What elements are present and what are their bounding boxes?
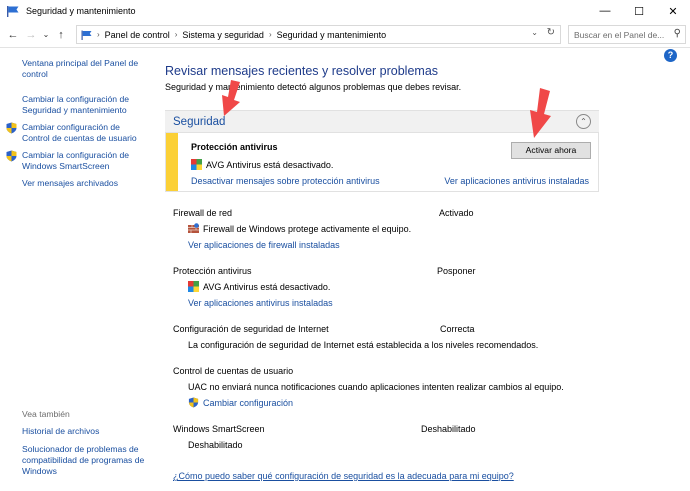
internet-security-status: Correcta <box>440 324 475 334</box>
red-arrow-annotation-icon <box>530 88 551 138</box>
sidebar-item-label: Cambiar la configuración de Windows Smar… <box>22 150 130 171</box>
firewall-brick-icon <box>188 223 199 233</box>
sidebar-item-smartscreen-settings[interactable]: Cambiar la configuración de Windows Smar… <box>6 150 150 172</box>
address-dropdown-icon[interactable]: ⌄ <box>531 28 538 37</box>
sidebar-item-uac-settings[interactable]: Cambiar configuración de Control de cuen… <box>6 122 150 144</box>
firewall-label: Firewall de red <box>173 208 233 218</box>
see-also-heading: Vea también <box>22 409 70 419</box>
red-arrow-annotation-icon <box>222 80 240 116</box>
antivirus-alert-panel: Protección antivirus AVG Antivirus está … <box>165 132 599 192</box>
warning-severity-bar <box>166 133 178 191</box>
security-flag-icon <box>7 6 19 17</box>
maximize-button[interactable]: ☐ <box>622 0 656 22</box>
internet-security-detail: La configuración de seguridad de Interne… <box>188 340 539 350</box>
avg-antivirus-icon <box>188 281 199 292</box>
disable-antivirus-messages-link[interactable]: Desactivar mensajes sobre protección ant… <box>191 176 380 186</box>
firewall-detail-text: Firewall de Windows protege activamente … <box>203 223 412 234</box>
alert-message: AVG Antivirus está desactivado. <box>191 159 333 170</box>
control-panel-flag-icon <box>81 30 92 40</box>
uac-label: Control de cuentas de usuario <box>173 366 294 376</box>
address-bar: ← → ⌄ ↑ › Panel de control › Sistema y s… <box>0 22 690 48</box>
antivirus-detail-text: AVG Antivirus está desactivado. <box>203 281 331 292</box>
uac-shield-icon <box>188 397 199 408</box>
view-antivirus-apps-link[interactable]: Ver aplicaciones antivirus instaladas <box>188 298 333 308</box>
sidebar-item-archived-messages[interactable]: Ver mensajes archivados <box>22 178 152 189</box>
firewall-detail: Firewall de Windows protege activamente … <box>188 223 411 234</box>
breadcrumb-sistema-y-seguridad[interactable]: Sistema y seguridad <box>182 30 264 40</box>
breadcrumb-seguridad-y-mantenimiento[interactable]: Seguridad y mantenimiento <box>277 30 387 40</box>
antivirus-label: Protección antivirus <box>173 266 252 276</box>
see-also-compatibility-troubleshooter[interactable]: Solucionador de problemas de compatibili… <box>22 444 147 477</box>
internet-security-label: Configuración de seguridad de Internet <box>173 324 329 334</box>
title-bar: Seguridad y mantenimiento — ☐ ✕ <box>0 0 690 22</box>
alert-text: AVG Antivirus está desactivado. <box>206 159 334 170</box>
smartscreen-detail: Deshabilitado <box>188 440 243 450</box>
smartscreen-label: Windows SmartScreen <box>173 424 265 434</box>
collapse-chevron-up-icon[interactable]: ⌃ <box>576 114 591 129</box>
alert-title: Protección antivirus <box>191 142 278 152</box>
page-subtitle: Seguridad y mantenimiento detectó alguno… <box>165 82 462 92</box>
minimize-button[interactable]: — <box>588 0 622 22</box>
window-controls: — ☐ ✕ <box>588 0 690 22</box>
sidebar: Ventana principal del Panel de control C… <box>0 48 155 491</box>
uac-shield-icon <box>6 122 17 134</box>
sidebar-item-label: Cambiar configuración de Control de cuen… <box>22 122 137 143</box>
change-uac-settings-link[interactable]: Cambiar configuración <box>203 398 293 408</box>
uac-change-settings[interactable]: Cambiar configuración <box>188 397 293 408</box>
antivirus-status: Posponer <box>437 266 476 276</box>
breadcrumb-panel-de-control[interactable]: Panel de control <box>105 30 170 40</box>
firewall-status: Activado <box>439 208 474 218</box>
forward-arrow-icon[interactable]: → <box>22 29 40 41</box>
recent-locations-dropdown-icon[interactable]: ⌄ <box>40 30 52 39</box>
refresh-icon[interactable]: ↻ <box>547 27 555 38</box>
avg-antivirus-icon <box>191 159 202 170</box>
page-title: Revisar mensajes recientes y resolver pr… <box>165 64 439 78</box>
search-icon[interactable]: ⚲ <box>674 28 681 39</box>
view-firewall-apps-link[interactable]: Ver aplicaciones de firewall instaladas <box>188 240 340 250</box>
back-arrow-icon[interactable]: ← <box>4 29 22 41</box>
uac-detail: UAC no enviará nunca notificaciones cuan… <box>188 382 564 392</box>
search-placeholder: Buscar en el Panel de... <box>574 29 665 40</box>
breadcrumb-separator[interactable]: › <box>97 30 100 39</box>
sidebar-item-control-panel-home[interactable]: Ventana principal del Panel de control <box>22 58 152 80</box>
search-input[interactable]: Buscar en el Panel de... ⚲ <box>568 25 686 44</box>
breadcrumb[interactable]: › Panel de control › Sistema y seguridad… <box>76 25 561 44</box>
close-button[interactable]: ✕ <box>656 0 690 22</box>
view-installed-antivirus-link[interactable]: Ver aplicaciones antivirus instaladas <box>444 176 589 186</box>
smartscreen-shield-icon <box>6 150 17 162</box>
sidebar-item-change-security-settings[interactable]: Cambiar la configuración de Seguridad y … <box>22 94 152 116</box>
see-also-file-history[interactable]: Historial de archivos <box>22 426 152 437</box>
antivirus-detail: AVG Antivirus está desactivado. <box>188 281 330 292</box>
breadcrumb-separator[interactable]: › <box>175 30 178 39</box>
security-help-link[interactable]: ¿Cómo puedo saber qué configuración de s… <box>173 471 514 481</box>
up-arrow-icon[interactable]: ↑ <box>52 29 70 41</box>
smartscreen-status: Deshabilitado <box>421 424 476 434</box>
breadcrumb-separator[interactable]: › <box>269 30 272 39</box>
activate-now-button[interactable]: Activar ahora <box>511 142 591 159</box>
window-title: Seguridad y mantenimiento <box>26 6 136 16</box>
